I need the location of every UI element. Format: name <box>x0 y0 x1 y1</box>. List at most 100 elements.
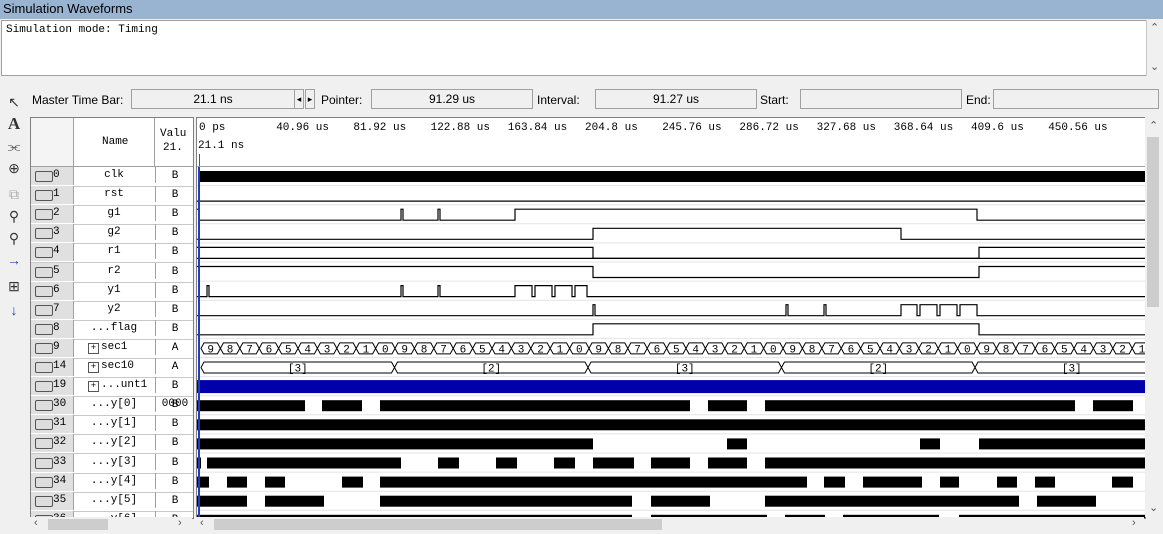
signal-row-y1[interactable]: 6 y1 B <box>31 281 193 302</box>
master-time-next-button[interactable]: ▸ <box>305 89 315 109</box>
scroll-right-icon[interactable]: › <box>178 517 182 529</box>
signal-row-y1[interactable]: 31 ...y[1] B <box>31 415 193 436</box>
bus-value-label: 6 <box>460 344 467 356</box>
start-label: Start: <box>760 93 789 107</box>
bus-value-label: 2 <box>731 344 738 356</box>
bus-value-label: 4 <box>1080 344 1087 356</box>
scroll-right-icon[interactable]: › <box>1132 517 1136 529</box>
copy-icon[interactable]: ⧉ <box>3 184 25 204</box>
name-scroll-thumb[interactable] <box>48 519 108 530</box>
master-time-bar-field[interactable]: 21.1 ns <box>131 89 295 109</box>
expand-group-icon[interactable]: + <box>88 362 99 373</box>
signal-row-r2[interactable]: 5 r2 B <box>31 262 193 283</box>
bit-wave-block <box>979 438 1145 450</box>
bus-value-label: [2] <box>868 364 888 376</box>
vertical-scroll-thumb[interactable] <box>1147 137 1159 307</box>
input-pin-icon <box>35 190 53 202</box>
waveform-canvas[interactable]: 9876543210987654321098765432109876543210… <box>197 167 1145 519</box>
group-icon[interactable]: ⊞ <box>3 276 25 296</box>
bus-value-label: 5 <box>285 344 292 356</box>
signal-index: 35 <box>53 493 67 506</box>
scroll-left-icon[interactable]: ‹ <box>200 517 204 529</box>
signal-index-cell: 30 <box>31 396 74 415</box>
value-column-header[interactable]: Valu 21. <box>155 118 193 167</box>
signal-row-y4[interactable]: 34 ...y[4] B <box>31 472 193 493</box>
signal-index-cell: 7 <box>31 300 74 319</box>
bus-value-label: 8 <box>227 344 234 356</box>
goto-icon[interactable]: → <box>3 250 25 270</box>
signal-name: rst <box>104 188 124 201</box>
waveform-horizontal-scrollbar[interactable]: ‹ › <box>196 517 1144 532</box>
signal-value: B <box>155 300 193 317</box>
signal-index-cell: 6 <box>31 281 74 300</box>
master-time-cursor[interactable] <box>198 167 200 518</box>
text-tool-icon[interactable]: A <box>3 114 25 134</box>
bus-value-label: 8 <box>809 344 816 356</box>
output-pin-icon <box>35 362 53 373</box>
ruler-tick-label: 0 ps <box>199 122 226 134</box>
signal-row-g2[interactable]: 3 g2 B <box>31 224 193 245</box>
output-pin-icon <box>35 304 53 316</box>
signal-row-unt1[interactable]: 19 + ...unt1 B 0000 <box>31 377 193 410</box>
sort-icon[interactable]: ↓ <box>3 300 25 320</box>
replace-icon[interactable]: ⚲ <box>3 228 25 248</box>
scroll-down-icon[interactable]: ⌄ <box>1150 60 1159 73</box>
scroll-up-icon[interactable]: ⌃ <box>1149 119 1158 132</box>
waveform-vertical-scrollbar[interactable]: ⌃ ⌄ <box>1145 117 1161 517</box>
name-horizontal-scrollbar[interactable]: ‹ › <box>30 517 192 532</box>
bus-value-label: 3 <box>712 344 719 356</box>
signal-row-y3[interactable]: 33 ...y[3] B <box>31 453 193 474</box>
signal-row-sec1[interactable]: 9 + sec1 A <box>31 338 193 359</box>
signal-value: B <box>155 472 193 489</box>
signal-row-y2[interactable]: 7 y2 B <box>31 300 193 321</box>
waveform-edit-icon[interactable]: ⫘ <box>3 136 25 156</box>
signal-row-y2[interactable]: 32 ...y[2] B <box>31 434 193 455</box>
expand-group-icon[interactable]: + <box>88 381 99 393</box>
interval-field[interactable]: 91.27 us <box>595 89 757 109</box>
time-ruler[interactable]: 0 ps 40.96 us 81.92 us 122.88 us 163.84 us 20… <box>197 118 1145 167</box>
signal-index: 33 <box>53 455 67 468</box>
signal-row-r1[interactable]: 4 r1 B <box>31 243 193 264</box>
signal-index: 2 <box>53 207 60 220</box>
zoom-icon[interactable]: ⊕ <box>3 158 25 178</box>
bit-wave-block <box>1035 476 1055 488</box>
name-column-header[interactable]: Name <box>74 118 155 167</box>
signal-index-cell: 35 <box>31 491 74 510</box>
signal-wave <box>197 304 1145 317</box>
bus-value-label: 7 <box>1022 344 1029 356</box>
pointer-field[interactable]: 91.29 us <box>371 89 533 109</box>
end-field[interactable] <box>993 89 1159 109</box>
signal-row-g1[interactable]: 2 g1 B <box>31 205 193 226</box>
bit-wave-block <box>765 457 1145 469</box>
signal-row-y0[interactable]: 30 ...y[0] B <box>31 396 193 417</box>
signal-name-panel: Name Valu 21. 0 clk B 1 rst B 2 g1 B 3 g2 B 4 r1 B 5 r2 B… <box>30 117 194 519</box>
cursor-marker[interactable] <box>199 154 200 166</box>
bus-value-label: [3] <box>1062 364 1082 376</box>
clock-wave <box>199 171 1145 182</box>
signal-row-clk[interactable]: 0 clk B <box>31 167 193 187</box>
scroll-up-icon[interactable]: ⌃ <box>1150 21 1159 34</box>
signal-row-y5[interactable]: 35 ...y[5] B <box>31 491 193 512</box>
bit-wave-block <box>197 438 593 450</box>
scroll-down-icon[interactable]: ⌄ <box>1149 501 1158 514</box>
signal-index: 14 <box>53 360 67 372</box>
start-field[interactable] <box>800 89 962 109</box>
waveform-scroll-thumb[interactable] <box>214 519 662 530</box>
signal-value: B <box>155 167 193 183</box>
waveform-panel[interactable]: 0 ps 40.96 us 81.92 us 122.88 us 163.84 us 20… <box>196 117 1146 519</box>
scroll-left-icon[interactable]: ‹ <box>34 517 38 529</box>
message-scrollbar[interactable]: ⌃ ⌄ <box>1146 20 1162 76</box>
bus-value-label: 6 <box>848 344 855 356</box>
signal-row-flag[interactable]: 8 ...flag B <box>31 319 193 340</box>
bit-wave-block <box>197 400 305 412</box>
pointer-icon[interactable]: ↖ <box>3 92 25 112</box>
bus-value-label: 4 <box>304 344 311 356</box>
find-icon[interactable]: ⚲ <box>3 206 25 226</box>
expand-group-icon[interactable]: + <box>88 342 99 354</box>
signal-row-sec10[interactable]: 14 + sec10 A <box>31 358 193 378</box>
signal-row-rst[interactable]: 1 rst B <box>31 186 193 207</box>
bus-value-label: 0 <box>964 344 971 356</box>
bit-wave-block <box>265 476 285 488</box>
master-time-prev-button[interactable]: ◂ <box>294 89 304 109</box>
signal-index: 7 <box>53 302 60 315</box>
